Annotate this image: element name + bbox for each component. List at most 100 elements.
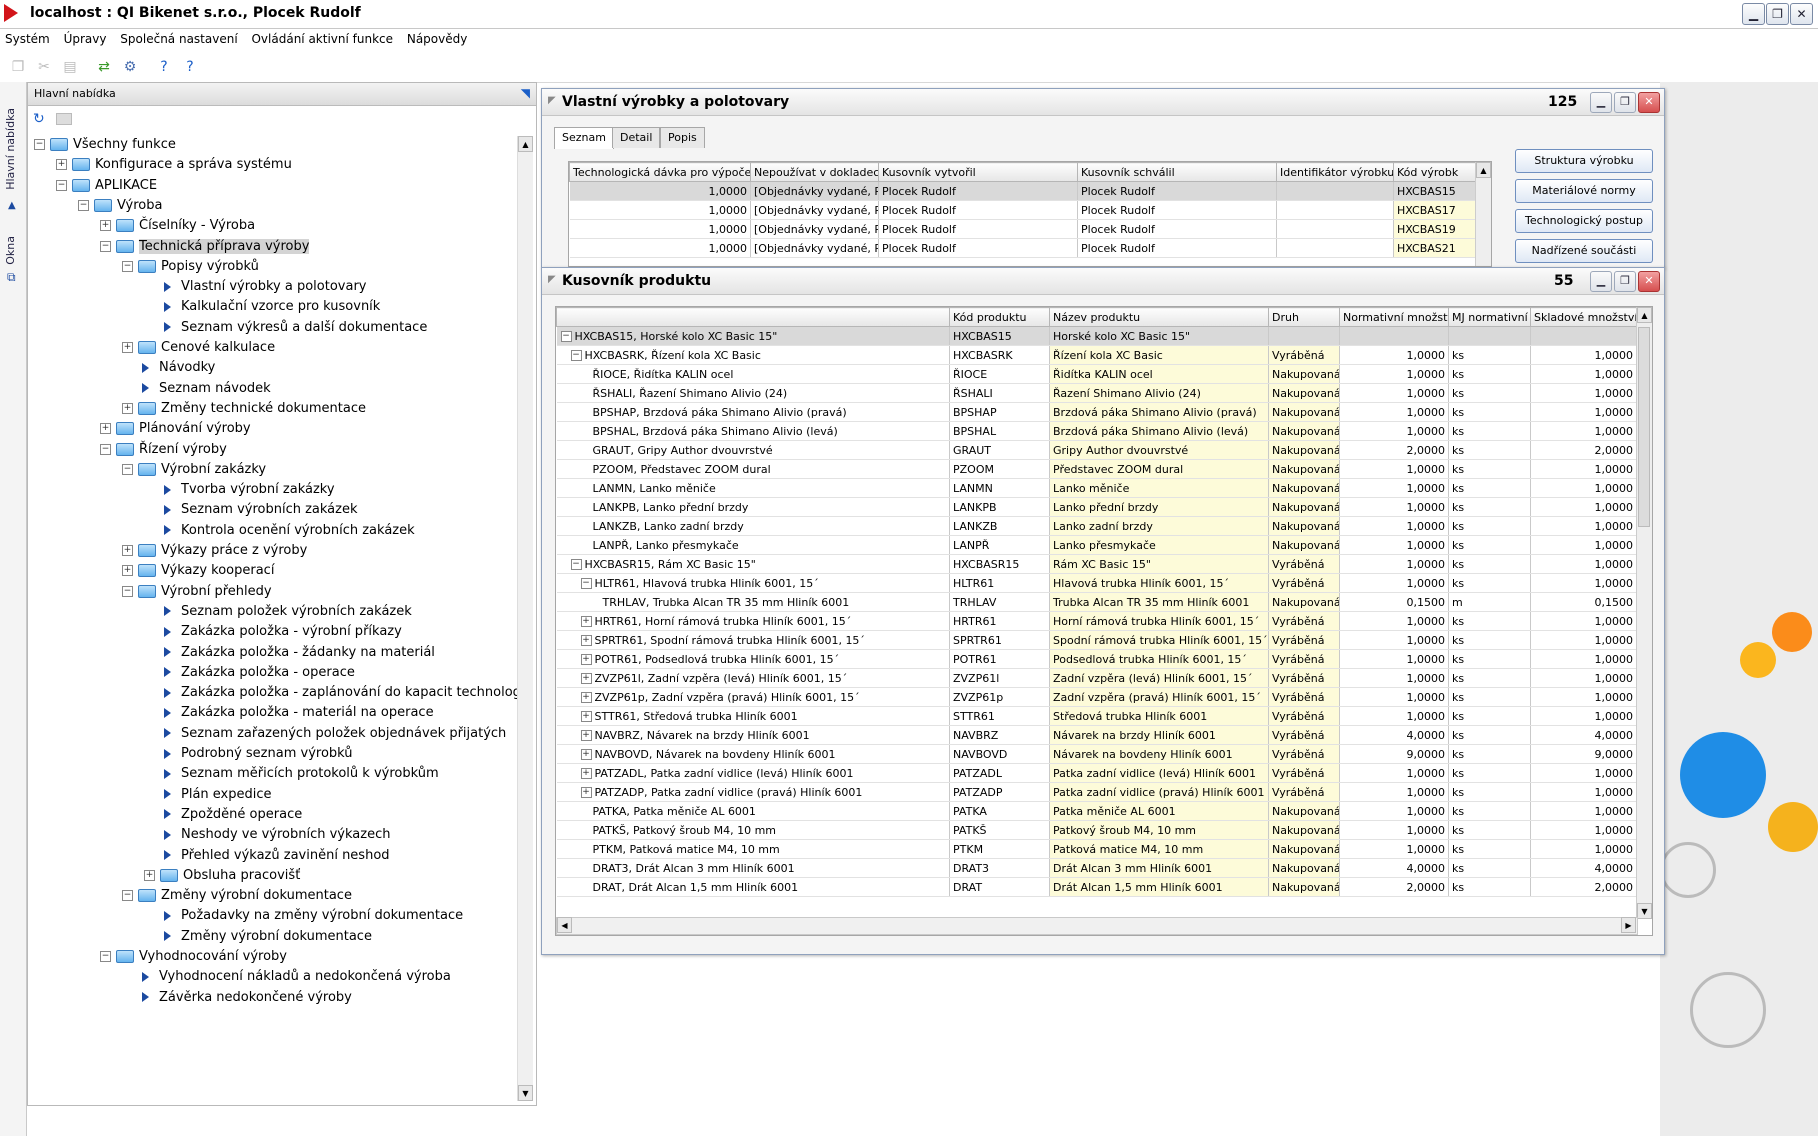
column-header[interactable]: MJ normativní	[1448, 307, 1531, 327]
paste-icon[interactable]: ▤	[60, 57, 80, 77]
table-row[interactable]: + PATZADL, Patka zadní vidlice (levá) Hli…	[556, 763, 1637, 783]
table-row[interactable]: + NAVBOVD, Návarek na bovdeny Hliník 6001…	[556, 744, 1637, 764]
maximize-button[interactable]: ❐	[1614, 92, 1636, 113]
tree-item[interactable]: Tvorba výrobní zakázky	[144, 481, 335, 499]
tree-item[interactable]: Vlastní výrobky a polotovary	[144, 278, 367, 296]
tree-item[interactable]: Seznam měřicích protokolů k výrobkům	[144, 765, 439, 783]
collapse-icon[interactable]: −	[570, 350, 582, 361]
maximize-button[interactable]: ❐	[1614, 271, 1636, 292]
table-row[interactable]: − HXCBASR15, Rám XC Basic 15" HXCBASR15 Rám…	[556, 554, 1637, 574]
scroll-down-icon[interactable]: ▼	[1637, 903, 1652, 919]
expand-icon[interactable]: +	[580, 673, 592, 684]
scroll-up-icon[interactable]: ▲	[1637, 307, 1652, 323]
help-context-icon[interactable]: ?	[180, 57, 200, 77]
menu-active-function[interactable]: Ovládání aktivní funkce	[246, 29, 398, 49]
menu-help[interactable]: Nápovědy	[402, 29, 473, 49]
grid-horizontal-scrollbar[interactable]: ◀ ▶	[556, 917, 1638, 935]
collapse-icon[interactable]: −	[78, 199, 89, 211]
tree-item[interactable]: Neshody ve výrobních výkazech	[144, 826, 390, 844]
collapse-icon[interactable]: −	[56, 179, 67, 191]
tree-item[interactable]: Požadavky na změny výrobní dokumentace	[144, 907, 463, 925]
tree-folder[interactable]: − Všechny funkce	[34, 136, 176, 154]
column-header[interactable]: Druh	[1268, 307, 1340, 327]
tree-folder[interactable]: − Technická příprava výroby	[100, 238, 310, 256]
expand-icon[interactable]: +	[122, 342, 133, 353]
tree-item[interactable]: Zakázka položka - výrobní příkazy	[144, 623, 402, 641]
tree-folder[interactable]: + Změny technické dokumentace	[122, 400, 366, 418]
windows-icon[interactable]: ⧉	[7, 270, 16, 285]
tab-detail[interactable]: Detail	[612, 127, 661, 148]
expand-icon[interactable]: +	[580, 787, 592, 798]
tree-folder[interactable]: − Řízení výroby	[100, 441, 227, 459]
tree-item[interactable]: Kalkulační vzorce pro kusovník	[144, 298, 380, 316]
table-row[interactable]: LANMN, Lanko měniče LANMN Lanko měniče Naku…	[556, 478, 1637, 498]
menu-edit[interactable]: Úpravy	[59, 29, 112, 49]
tree-item[interactable]: Návodky	[122, 359, 215, 377]
tree-item[interactable]: Zakázka položka - operace	[144, 664, 355, 682]
tab-main-menu[interactable]: Hlavní nabídka	[4, 108, 17, 190]
tree-item[interactable]: Vyhodnocení nákladů a nedokončená výroba	[122, 968, 451, 986]
expand-icon[interactable]: +	[580, 768, 592, 779]
table-row[interactable]: GRAUT, Gripy Author dvouvrstvé GRAUT Gripy…	[556, 440, 1637, 460]
tree-folder[interactable]: + Plánování výroby	[100, 420, 251, 438]
tree-folder[interactable]: + Výkazy kooperací	[122, 562, 274, 580]
tree-item[interactable]: Seznam položek výrobních zakázek	[144, 603, 412, 621]
expand-icon[interactable]: +	[580, 692, 592, 703]
tree-item[interactable]: Závěrka nedokončené výroby	[122, 989, 352, 1007]
table-row[interactable]: + POTR61, Podsedlová trubka Hliník 6001, …	[556, 649, 1637, 669]
table-row[interactable]: + STTR61, Středová trubka Hliník 6001 STTR…	[556, 706, 1637, 726]
product-structure-button[interactable]: Struktura výrobku	[1515, 149, 1653, 173]
scroll-up-icon[interactable]: ▲	[1476, 162, 1491, 178]
tab-list[interactable]: Seznam	[554, 127, 614, 149]
pin-icon[interactable]: ◥	[521, 86, 530, 100]
table-row[interactable]: DRAT, Drát Alcan 1,5 mm Hliník 6001 DRAT D…	[556, 877, 1637, 897]
tree-item[interactable]: Zakázka položka - materiál na operace	[144, 704, 434, 722]
table-row[interactable]: + NAVBRZ, Návarek na brzdy Hliník 6001 NAV…	[556, 725, 1637, 745]
tree-item[interactable]: Seznam výrobních zakázek	[144, 501, 358, 519]
table-row[interactable]: BPSHAP, Brzdová páka Shimano Alivio (pra…	[556, 402, 1637, 422]
scroll-thumb[interactable]	[1638, 327, 1650, 527]
scroll-left-icon[interactable]: ◀	[557, 917, 572, 933]
close-button[interactable]: ✕	[1638, 271, 1660, 292]
table-row[interactable]: DRAT3, Drát Alcan 3 mm Hliník 6001 DRAT3 D…	[556, 858, 1637, 878]
tab-windows[interactable]: Okna	[4, 236, 17, 265]
tree-folder[interactable]: − Výrobní přehledy	[122, 583, 272, 601]
grid-vertical-scrollbar[interactable]: ▲ ▼	[1636, 307, 1652, 919]
column-header[interactable]: Nepoužívat v dokladech	[750, 162, 879, 182]
tree-item[interactable]: Změny výrobní dokumentace	[144, 928, 372, 946]
tree-folder[interactable]: − Výrobní zakázky	[122, 461, 266, 479]
table-row[interactable]: LANKPB, Lanko přední brzdy LANKPB Lanko př…	[556, 497, 1637, 517]
expand-icon[interactable]: +	[580, 711, 592, 722]
scroll-right-icon[interactable]: ▶	[1621, 917, 1636, 933]
tree-item[interactable]: Zakázka položka - zaplánování do kapacit…	[144, 684, 524, 702]
tree-item[interactable]: Plán expedice	[144, 786, 272, 804]
refresh-icon[interactable]: ↻	[33, 111, 45, 127]
expand-icon[interactable]: +	[56, 159, 67, 171]
refresh-data-icon[interactable]: ⇄	[94, 57, 114, 77]
table-row[interactable]: + PATZADP, Patka zadní vidlice (pravá) Hl…	[556, 782, 1637, 802]
tree-folder[interactable]: + Obsluha pracovišť	[144, 867, 300, 885]
tree-folder[interactable]: − Popisy výrobků	[122, 258, 259, 276]
table-row[interactable]: PATKA, Patka měniče AL 6001 PATKA Patka mě…	[556, 801, 1637, 821]
settings-icon[interactable]: ⚙	[120, 57, 140, 77]
expand-icon[interactable]: +	[144, 869, 155, 881]
expand-icon[interactable]: +	[580, 730, 592, 741]
column-header[interactable]: Kusovník vytvořil	[878, 162, 1078, 182]
collapse-icon[interactable]: −	[580, 578, 592, 589]
collapse-icon[interactable]: −	[100, 240, 111, 252]
menu-shared-settings[interactable]: Společná nastavení	[115, 29, 242, 49]
tab-description[interactable]: Popis	[660, 127, 705, 148]
close-button[interactable]: ✕	[1790, 3, 1813, 25]
technology-procedure-button[interactable]: Technologický postup	[1515, 209, 1653, 233]
table-row[interactable]: ŘSHALI, Řazení Shimano Alivio (24) ŘSHALI…	[556, 383, 1637, 403]
table-row[interactable]: − HXCBASRK, Řízení kola XC Basic HXCBASRK Ř…	[556, 345, 1637, 365]
table-row[interactable]: − HLTR61, Hlavová trubka Hliník 6001, 15´…	[556, 573, 1637, 593]
table-row[interactable]: 1,0000 [Objednávky vydané, Př Plocek Rudol…	[569, 181, 1476, 201]
expand-icon[interactable]: +	[580, 616, 592, 627]
table-row[interactable]: 1,0000 [Objednávky vydané, Př Plocek Rudol…	[569, 238, 1476, 258]
table-row[interactable]: 1,0000 [Objednávky vydané, Př Plocek Rudol…	[569, 200, 1476, 220]
column-header[interactable]: Název produktu	[1049, 307, 1269, 327]
table-row[interactable]: + ZVZP61l, Zadní vzpěra (levá) Hliník 600…	[556, 668, 1637, 688]
collapse-icon[interactable]: −	[570, 559, 582, 570]
table-row[interactable]: TRHLAV, Trubka Alcan TR 35 mm Hliník 600…	[556, 592, 1637, 612]
